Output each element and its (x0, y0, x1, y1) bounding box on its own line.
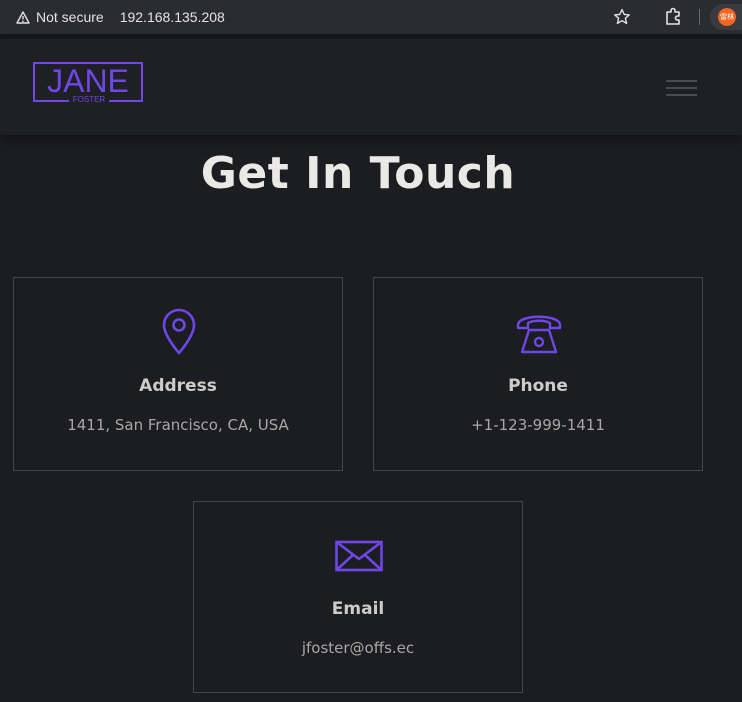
browser-toolbar: Not secure 192.168.135.208 雷林 (0, 0, 742, 34)
logo-main-text: JANE (47, 63, 129, 99)
profile-button[interactable]: 雷林 (710, 4, 742, 30)
warning-icon (16, 10, 30, 24)
security-label: Not secure (36, 9, 104, 25)
email-link[interactable]: jfoster@offs.ec (194, 637, 522, 659)
phone-text: +1-123-999-1411 (471, 416, 605, 434)
envelope-icon (335, 540, 383, 572)
profile-avatar: 雷林 (718, 8, 736, 26)
address-card: Address 1411, San Francisco, CA, USA (13, 277, 343, 471)
email-heading: Email (331, 599, 385, 619)
email-card: Email jfoster@offs.ec (193, 501, 523, 693)
phone-heading: Phone (508, 376, 568, 396)
security-indicator[interactable]: Not secure (16, 9, 104, 25)
address-bar-url[interactable]: 192.168.135.208 (120, 9, 225, 25)
hamburger-menu-icon[interactable] (666, 80, 697, 96)
telephone-icon (516, 315, 562, 354)
phone-card: Phone +1-123-999-1411 (373, 277, 703, 471)
toolbar-separator (699, 9, 700, 25)
extensions-puzzle-icon[interactable] (662, 6, 684, 28)
site-logo[interactable]: JANE FOSTER (33, 62, 143, 104)
page-title: Get In Touch (200, 148, 516, 199)
bookmark-star-icon[interactable] (612, 7, 632, 27)
logo-sub-text: FOSTER (69, 95, 109, 104)
site-header: JANE FOSTER (0, 39, 742, 135)
map-pin-icon (162, 308, 196, 355)
address-text: 1411, San Francisco, CA, USA (67, 416, 289, 434)
address-heading: Address (139, 376, 217, 396)
